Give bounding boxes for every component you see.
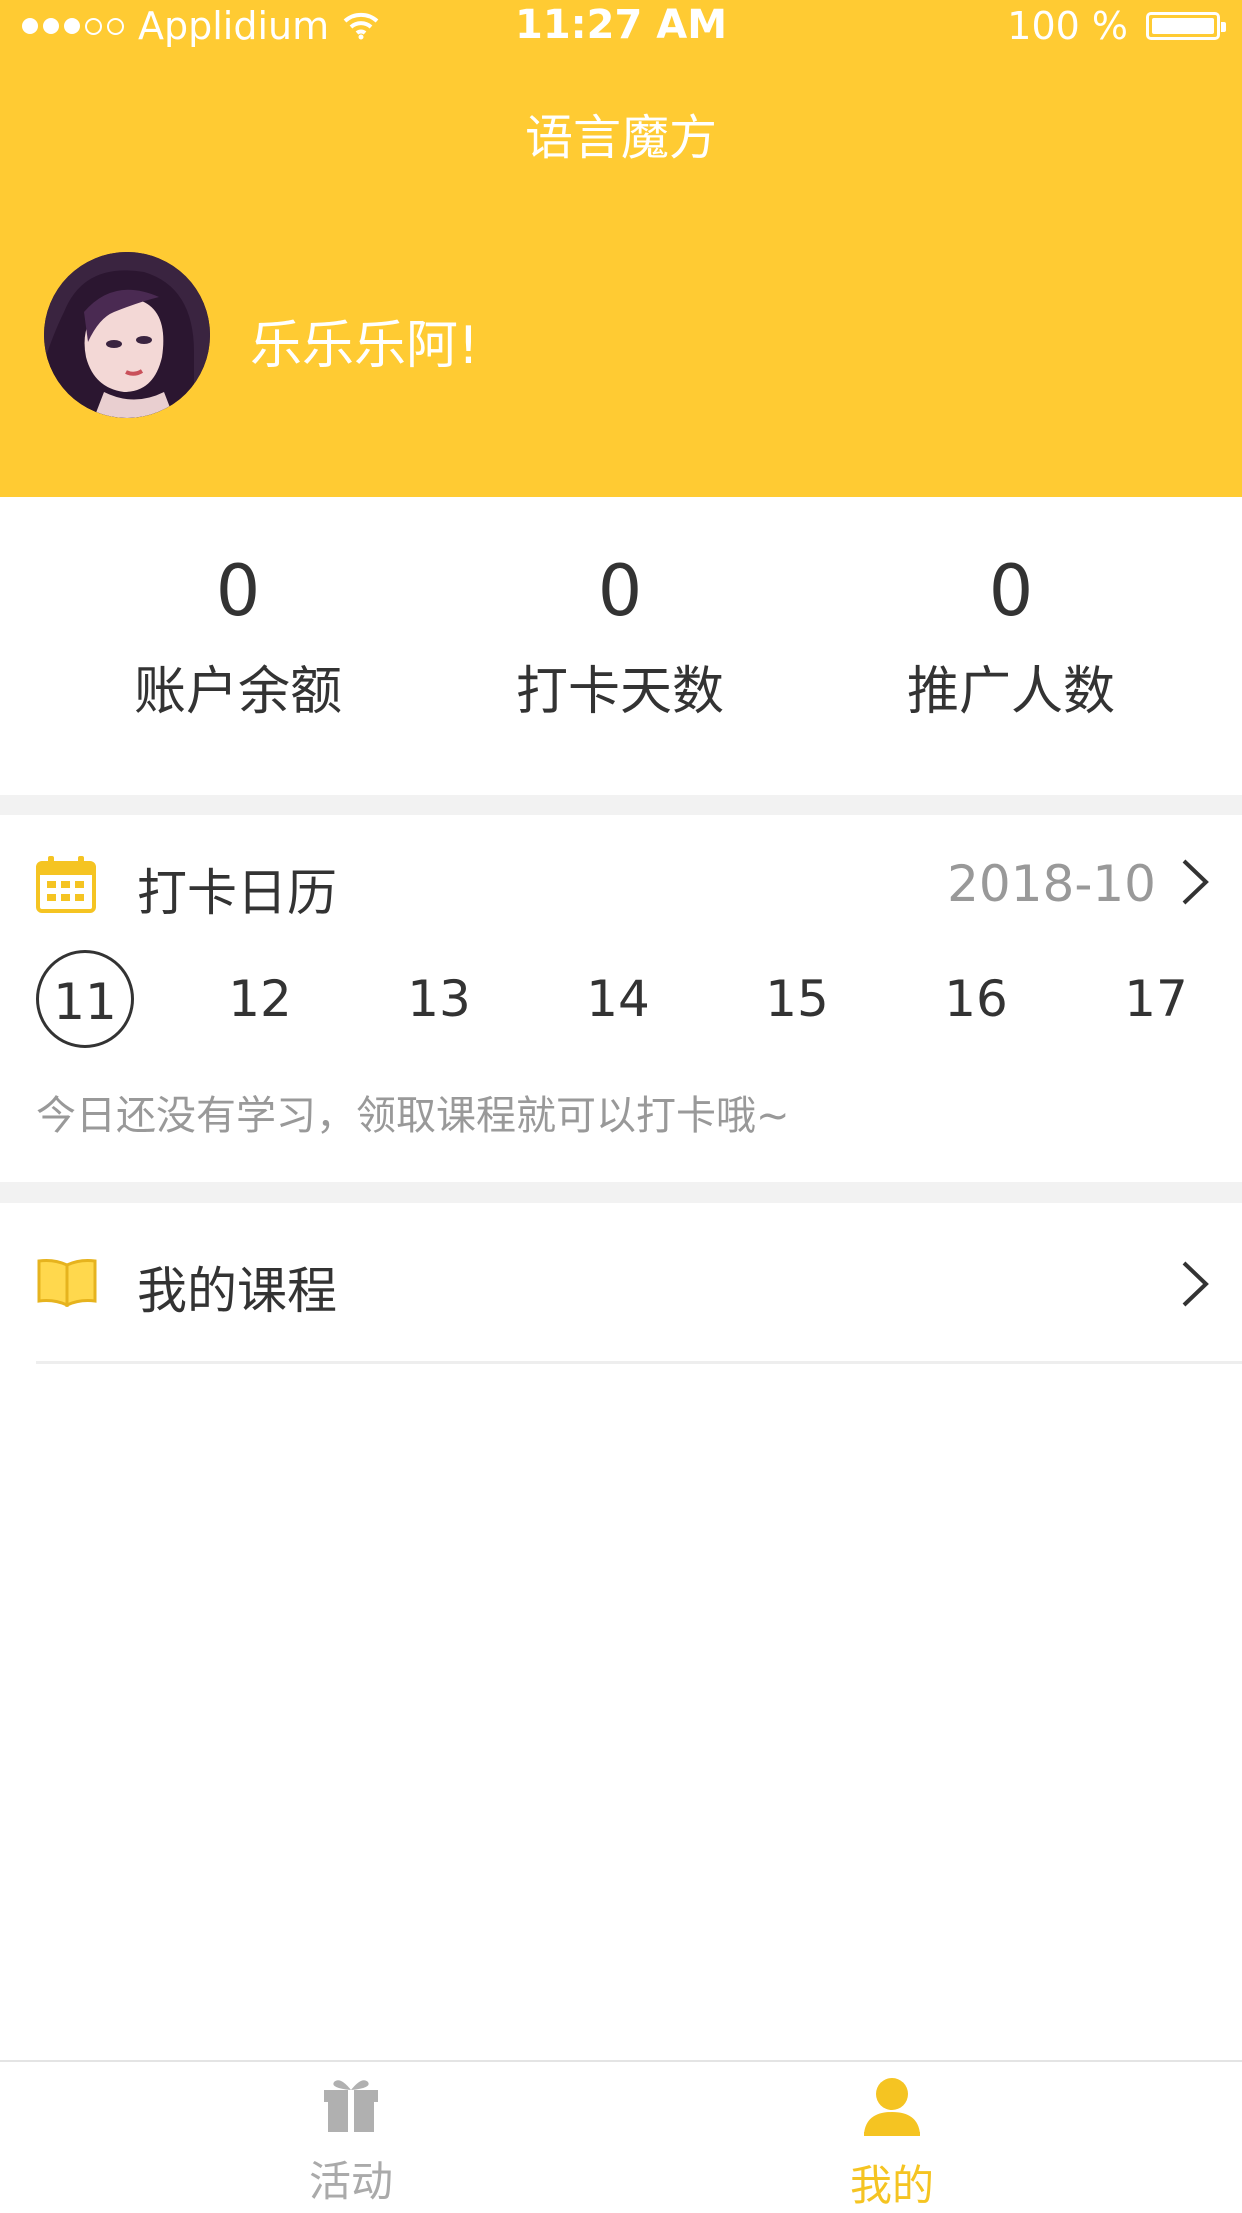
battery-icon	[1146, 12, 1226, 40]
avatar[interactable]	[44, 252, 210, 418]
tab-bar: 活动 我的	[0, 2060, 1242, 2210]
calendar-day[interactable]: 15	[748, 950, 846, 1048]
stat-label: 账户余额	[133, 662, 342, 722]
chevron-right-icon[interactable]	[1180, 857, 1210, 907]
battery-percent: 100 %	[1007, 4, 1128, 48]
calendar-day[interactable]: 14	[569, 950, 667, 1048]
stat-value: 0	[988, 550, 1034, 632]
avatar-image	[44, 252, 210, 418]
chevron-right-icon[interactable]	[1180, 1259, 1210, 1309]
calendar-hint: 今日还没有学习，领取课程就可以打卡哦~	[36, 1093, 790, 1139]
user-icon	[864, 2078, 920, 2136]
stat-value: 0	[215, 550, 261, 632]
calendar-day[interactable]: 12	[211, 950, 309, 1048]
app-title: 语言魔方	[524, 110, 717, 166]
stat-account-balance[interactable]: 0 账户余额	[88, 553, 388, 724]
book-icon	[37, 1259, 97, 1307]
stat-value: 0	[597, 550, 643, 632]
divider	[36, 1361, 1242, 1364]
stat-referrals[interactable]: 0 推广人数	[861, 553, 1161, 724]
tab-label: 活动	[308, 2157, 393, 2206]
stats-panel: 0 账户余额 0 打卡天数 0 推广人数	[0, 497, 1242, 795]
calendar-title: 打卡日历	[137, 864, 337, 922]
stat-label: 推广人数	[906, 662, 1115, 722]
section-divider	[0, 1182, 1242, 1203]
tab-mine[interactable]: 我的	[792, 2076, 992, 2213]
calendar-day-today[interactable]: 11	[36, 950, 134, 1048]
status-bar: Applidium 11:27 AM 100 %	[0, 0, 1242, 56]
calendar-day[interactable]: 17	[1107, 950, 1205, 1048]
tab-label: 我的	[849, 2161, 934, 2210]
section-divider	[0, 795, 1242, 815]
tab-activities[interactable]: 活动	[251, 2076, 451, 2209]
calendar-month[interactable]: 2018-10	[947, 855, 1156, 913]
calendar-day[interactable]: 13	[390, 950, 488, 1048]
gift-icon	[324, 2080, 378, 2132]
username: 乐乐乐阿!	[250, 316, 479, 376]
courses-title: 我的课程	[137, 1262, 337, 1320]
stat-checkin-days[interactable]: 0 打卡天数	[470, 553, 770, 724]
calendar-icon	[36, 856, 96, 913]
my-courses-row[interactable]: 我的课程	[0, 1203, 1242, 1364]
checkin-calendar: 打卡日历 2018-10 11 12 13 14 15 16 17 今日还没有学…	[0, 815, 1242, 1182]
status-right: 100 %	[1007, 4, 1226, 48]
profile-header: Applidium 11:27 AM 100 % 语言魔方 乐乐乐阿!	[0, 0, 1242, 497]
stat-label: 打卡天数	[515, 662, 724, 722]
calendar-day[interactable]: 16	[927, 950, 1025, 1048]
